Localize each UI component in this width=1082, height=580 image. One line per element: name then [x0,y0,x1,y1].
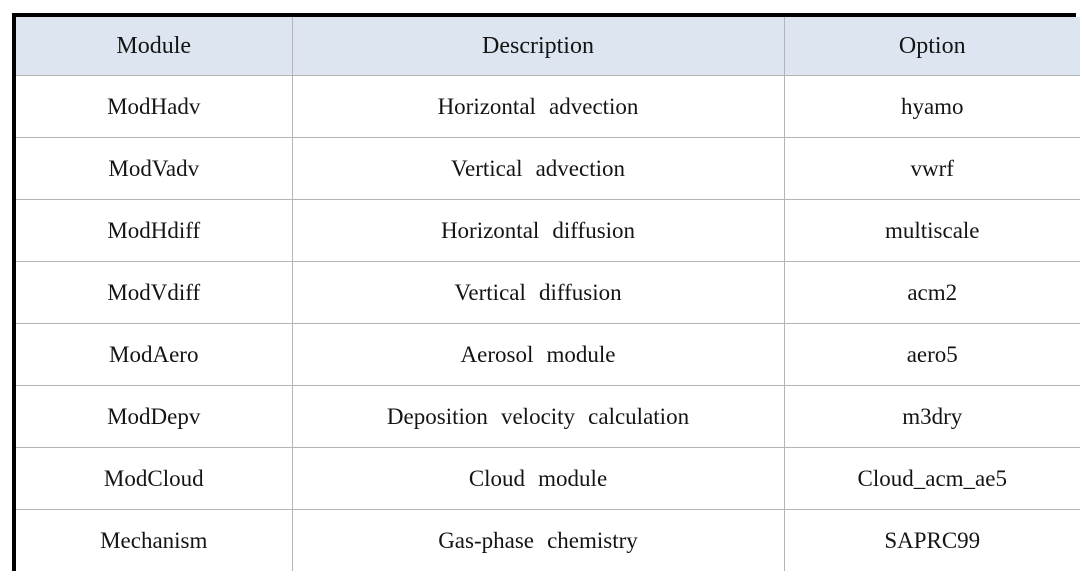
cell-module: ModHadv [16,75,293,138]
table-row: ModHdiff Horizontal diffusion multiscale [16,199,1080,262]
cell-description: Vertical advection [291,137,785,200]
cell-module: ModHdiff [16,199,293,262]
cell-description: Deposition velocity calculation [291,385,785,448]
cell-description: Horizontal diffusion [291,199,785,262]
cell-option: acm2 [783,261,1080,324]
cell-module: Mechanism [16,509,293,571]
cell-option: vwrf [783,137,1080,200]
cell-option: multiscale [783,199,1080,262]
table-row: Mechanism Gas-phase chemistry SAPRC99 [16,509,1080,571]
table-row: ModVdiff Vertical diffusion acm2 [16,261,1080,324]
cell-module: ModVdiff [16,261,293,324]
column-header-option: Option [783,17,1080,76]
cell-option: aero5 [783,323,1080,386]
column-header-description: Description [291,17,785,76]
cell-description: Cloud module [291,447,785,510]
table-header: Module Description Option [16,17,1080,76]
cell-option: SAPRC99 [783,509,1080,571]
table-body: ModHadv Horizontal advection hyamo ModVa… [16,75,1080,571]
cell-option: m3dry [783,385,1080,448]
table-header-row: Module Description Option [16,17,1080,76]
table-row: ModHadv Horizontal advection hyamo [16,75,1080,138]
cell-description: Vertical diffusion [291,261,785,324]
table-row: ModCloud Cloud module Cloud_acm_ae5 [16,447,1080,510]
table-row: ModVadv Vertical advection vwrf [16,137,1080,200]
cell-module: ModDepv [16,385,293,448]
cell-description: Horizontal advection [291,75,785,138]
table-outer-frame: Module Description Option ModHadv Horizo… [12,13,1080,571]
model-configuration-table: Module Description Option ModHadv Horizo… [16,17,1080,571]
cell-option: hyamo [783,75,1080,138]
cell-module: ModAero [16,323,293,386]
cell-option: Cloud_acm_ae5 [783,447,1080,510]
table-row: ModDepv Deposition velocity calculation … [16,385,1080,448]
table-page: Module Description Option ModHadv Horizo… [0,0,1082,580]
cell-module: ModCloud [16,447,293,510]
column-header-module: Module [16,17,293,76]
cell-module: ModVadv [16,137,293,200]
table-row: ModAero Aerosol module aero5 [16,323,1080,386]
cell-description: Aerosol module [291,323,785,386]
cell-description: Gas-phase chemistry [291,509,785,571]
